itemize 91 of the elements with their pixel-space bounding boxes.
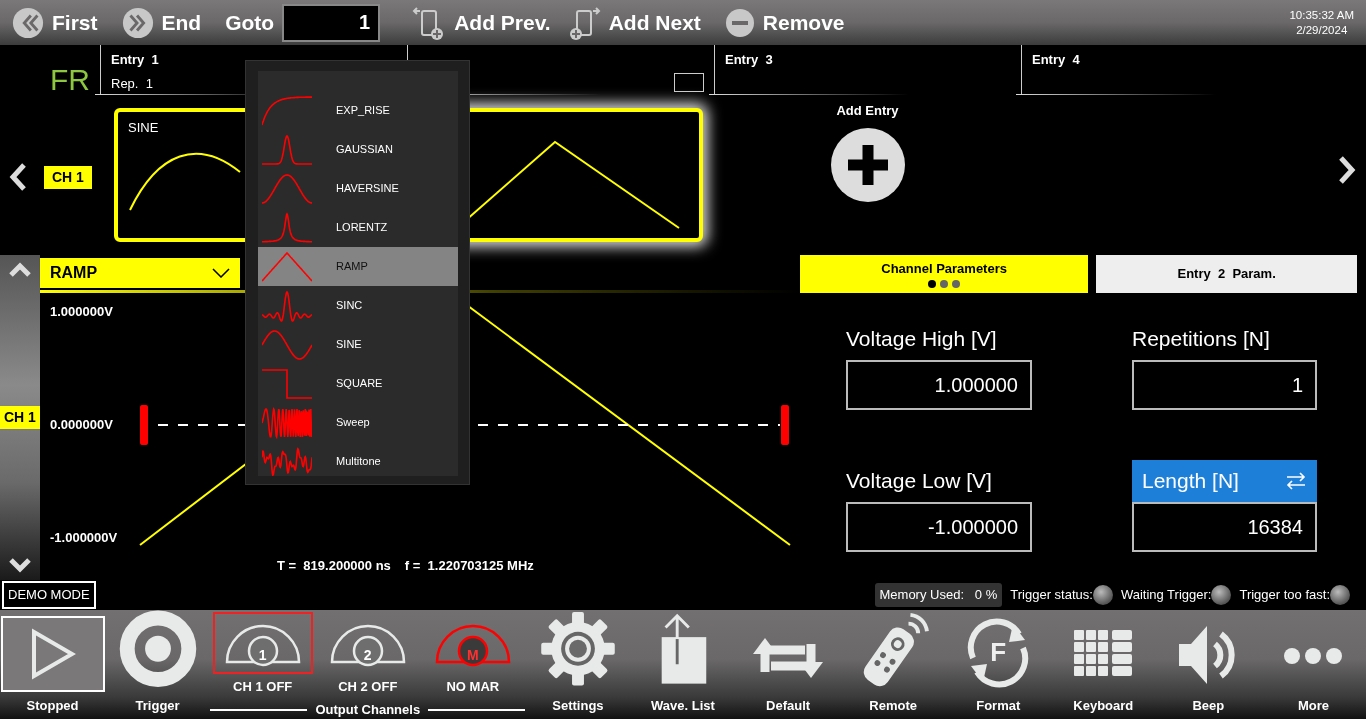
entry-title: Entry 1 [111, 51, 160, 69]
field-label: Repetitions [N] [1132, 326, 1271, 353]
waveform-icon [262, 406, 312, 439]
remove-button[interactable]: Remove [724, 6, 845, 39]
axis-label: 0.000000V [50, 415, 113, 434]
frequency-readout: f = 1.220703125 MHz [404, 557, 534, 575]
field-label: Voltage High [V] [846, 326, 998, 353]
page-dots-icon [926, 278, 963, 289]
cursor-handle[interactable] [781, 405, 789, 445]
toolbar-button[interactable]: Keyboard [1050, 610, 1156, 719]
toolbar-button[interactable]: F Format [945, 610, 1051, 719]
more-icon [1282, 645, 1345, 666]
gear-icon [538, 610, 617, 688]
waveform-icon [262, 250, 312, 283]
toolbar-button[interactable]: More [1260, 610, 1366, 719]
toolbar-button[interactable]: Trigger [105, 610, 211, 719]
channel-output-button[interactable]: 1 CH 1 OFF [210, 610, 316, 701]
waveform-option[interactable]: EXP_RISE [258, 91, 458, 130]
entry-title: Entry 3 [725, 51, 774, 69]
clock-date: 2/29/2024 [1295, 22, 1349, 37]
cursor-handle[interactable] [140, 405, 148, 445]
add-previous-button[interactable]: Add Prev. [404, 4, 551, 41]
waveform-icon [262, 211, 312, 244]
swap-icon [1285, 472, 1307, 490]
fast-forward-icon [121, 6, 154, 39]
channel-badge: CH 1 [44, 165, 92, 189]
channel-selection-frame: 1 [212, 612, 313, 674]
waveform-option[interactable]: SINE [258, 325, 458, 364]
toolbar-button[interactable]: Remote [840, 610, 946, 719]
goto-field[interactable]: 1 [282, 3, 381, 42]
toolbar-button[interactable]: Settings [525, 610, 631, 719]
add-entry-label: Add Entry [836, 102, 899, 120]
group-caption: Output Channels [315, 701, 421, 719]
mode-label: FR [50, 62, 91, 98]
waveform-option[interactable]: SQUARE [258, 364, 458, 403]
value-field[interactable]: 1 [1132, 360, 1317, 410]
channel-selection-frame: 2 [317, 612, 418, 674]
channel-output-button[interactable]: M NO MAR [420, 610, 526, 701]
waveform-icon [262, 94, 312, 127]
waveform-option[interactable]: HAVERSINE [258, 169, 458, 208]
waveform-option[interactable]: SINC [258, 286, 458, 325]
value-field[interactable]: 1.000000 [846, 360, 1032, 410]
waveform-option[interactable]: RAMP [258, 247, 458, 286]
waveform-option[interactable]: LORENTZ [258, 208, 458, 247]
rewind-icon [12, 6, 44, 39]
clock-time: 10:35:32 AM [1289, 8, 1354, 23]
goto-label: Goto [225, 9, 275, 36]
add-next-button[interactable]: Add Next [566, 4, 701, 41]
waveform-dropdown[interactable]: RAMP [40, 258, 240, 288]
waveform-option[interactable]: Sweep [258, 403, 458, 442]
chevron-down-icon [212, 268, 230, 278]
axis-label: -1.000000V [50, 528, 118, 547]
waveform-option[interactable]: GAUSSIAN [258, 130, 458, 169]
channel-selection-frame: M [422, 612, 523, 674]
period-readout: T = 819.200000 ns [277, 557, 391, 575]
value-field[interactable]: -1.000000 [846, 502, 1032, 552]
first-button[interactable]: First [12, 6, 98, 39]
waveform-icon [262, 445, 312, 476]
record-icon [118, 610, 197, 688]
demo-mode-label: DEMO MODE [2, 581, 96, 609]
indicator-label: Trigger status: [1010, 586, 1093, 605]
entry-checkbox[interactable] [674, 73, 704, 92]
toolbar-button[interactable]: Beep [1155, 610, 1261, 719]
entry-repetitions: Rep. 1 [111, 74, 154, 93]
field-label: Length [N] [1142, 468, 1239, 495]
waveform-icon [262, 289, 312, 322]
channel-badge: CH 1 [0, 406, 40, 429]
waveform-icon [262, 328, 312, 361]
memory-used-label: Memory Used: 0 % [874, 583, 1003, 607]
waveform-icon [262, 133, 312, 166]
minus-icon [724, 7, 755, 38]
toolbar-button[interactable]: Default [735, 610, 841, 719]
parameter-tab[interactable]: Channel Parameters [800, 255, 1089, 293]
entry-title: Entry 4 [1032, 51, 1081, 69]
axis-label: 1.000000V [50, 302, 113, 321]
value-field[interactable]: 16384 [1132, 502, 1317, 552]
play-icon [0, 615, 105, 692]
waveform-option[interactable]: Multitone [258, 442, 458, 476]
toggle-label-button[interactable]: Length [N] [1132, 460, 1317, 502]
end-button[interactable]: End [121, 6, 202, 39]
add-entry-button[interactable] [829, 126, 906, 203]
channel-output-button[interactable]: 2 CH 2 OFF [315, 610, 421, 701]
toolbar-button[interactable]: Wave. List [630, 610, 736, 719]
indicator-label: Waiting Trigger: [1120, 586, 1212, 605]
indicator-label: Trigger too fast: [1239, 586, 1330, 605]
waveform-icon [262, 172, 312, 205]
field-label: Voltage Low [V] [846, 468, 993, 495]
waveform-name: SINE [128, 119, 160, 137]
parameter-tab[interactable]: Entry 2 Param. [1096, 255, 1357, 293]
waveform-icon [262, 367, 312, 400]
play-button[interactable]: Stopped [0, 610, 106, 719]
